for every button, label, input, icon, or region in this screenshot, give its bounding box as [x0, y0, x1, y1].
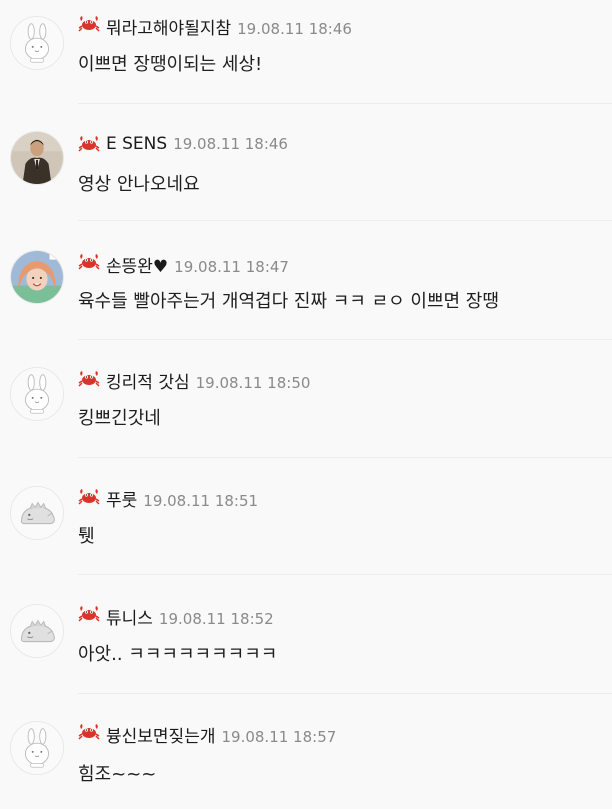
nickname[interactable]: 킹리적 갓심 — [106, 373, 190, 393]
comment-text: 육수들 빨아주는거 개역겹다 진짜 ㅋㅋ ㄹㅇ 이쁘면 장땡 — [78, 291, 499, 312]
timestamp: 19.08.11 18:50 — [195, 374, 311, 392]
crab-icon — [78, 135, 100, 153]
bunny-default-avatar-icon — [11, 17, 63, 69]
timestamp: 19.08.11 18:47 — [174, 258, 289, 276]
crab-icon — [78, 723, 100, 741]
divider — [78, 220, 612, 221]
bunny-default-avatar-icon — [11, 368, 63, 420]
nickname[interactable]: E SENS — [106, 134, 167, 154]
crab-icon — [78, 253, 100, 271]
comment-text: 퉷 — [78, 526, 95, 547]
timestamp: 19.08.11 18:51 — [143, 492, 259, 510]
dino-default-avatar-icon — [11, 487, 63, 539]
comment-text: 이쁘면 장땡이되는 세상! — [78, 54, 263, 75]
timestamp: 19.08.11 18:46 — [173, 135, 288, 153]
comment-header: 푸룻 19.08.11 18:51 — [106, 486, 258, 511]
dino-default-avatar-icon — [11, 605, 63, 657]
nickname[interactable]: 튜니스 — [106, 609, 153, 629]
comment-header: 킹리적 갓심 19.08.11 18:50 — [106, 368, 310, 393]
divider — [78, 457, 612, 458]
bunny-default-avatar-icon — [11, 722, 63, 774]
divider — [78, 103, 612, 104]
user-avatar[interactable] — [10, 367, 64, 421]
comment-header: 손뜽완♥ 19.08.11 18:47 — [106, 252, 289, 277]
comment-text: 영상 안나오네요 — [78, 174, 200, 195]
nickname[interactable]: 푸룻 — [106, 491, 137, 511]
comment-header: 뭐라고해야될지참 19.08.11 18:46 — [106, 14, 352, 39]
crab-icon — [78, 15, 100, 33]
divider — [78, 339, 612, 340]
timestamp: 19.08.11 18:52 — [158, 610, 274, 628]
user-avatar[interactable] — [10, 486, 64, 540]
comment-text: 힘조~~~ — [78, 764, 157, 785]
comment-header: 튜니스 19.08.11 18:52 — [106, 604, 274, 629]
profile-photo-icon — [11, 132, 63, 184]
user-avatar[interactable] — [10, 250, 64, 304]
user-avatar[interactable] — [10, 16, 64, 70]
profile-photo-icon — [11, 251, 63, 303]
user-avatar[interactable] — [10, 604, 64, 658]
comment-text: 킹쁘긴갓네 — [78, 408, 161, 429]
nickname[interactable]: 븅신보면짖는개 — [106, 727, 215, 747]
crab-icon — [78, 370, 100, 388]
comment-text: 아앗.. ㅋㅋㅋㅋㅋㅋㅋㅋㅋ — [78, 644, 278, 665]
timestamp: 19.08.11 18:46 — [237, 20, 352, 38]
nickname[interactable]: 손뜽완♥ — [106, 257, 168, 277]
nickname[interactable]: 뭐라고해야될지참 — [106, 19, 231, 39]
crab-icon — [78, 488, 100, 506]
divider — [78, 574, 612, 575]
timestamp: 19.08.11 18:57 — [221, 728, 337, 746]
divider — [78, 693, 612, 694]
comment-header: E SENS 19.08.11 18:46 — [106, 134, 288, 154]
user-avatar[interactable] — [10, 721, 64, 775]
comment-header: 븅신보면짖는개 19.08.11 18:57 — [106, 722, 336, 747]
crab-icon — [78, 605, 100, 623]
user-avatar[interactable] — [10, 131, 64, 185]
